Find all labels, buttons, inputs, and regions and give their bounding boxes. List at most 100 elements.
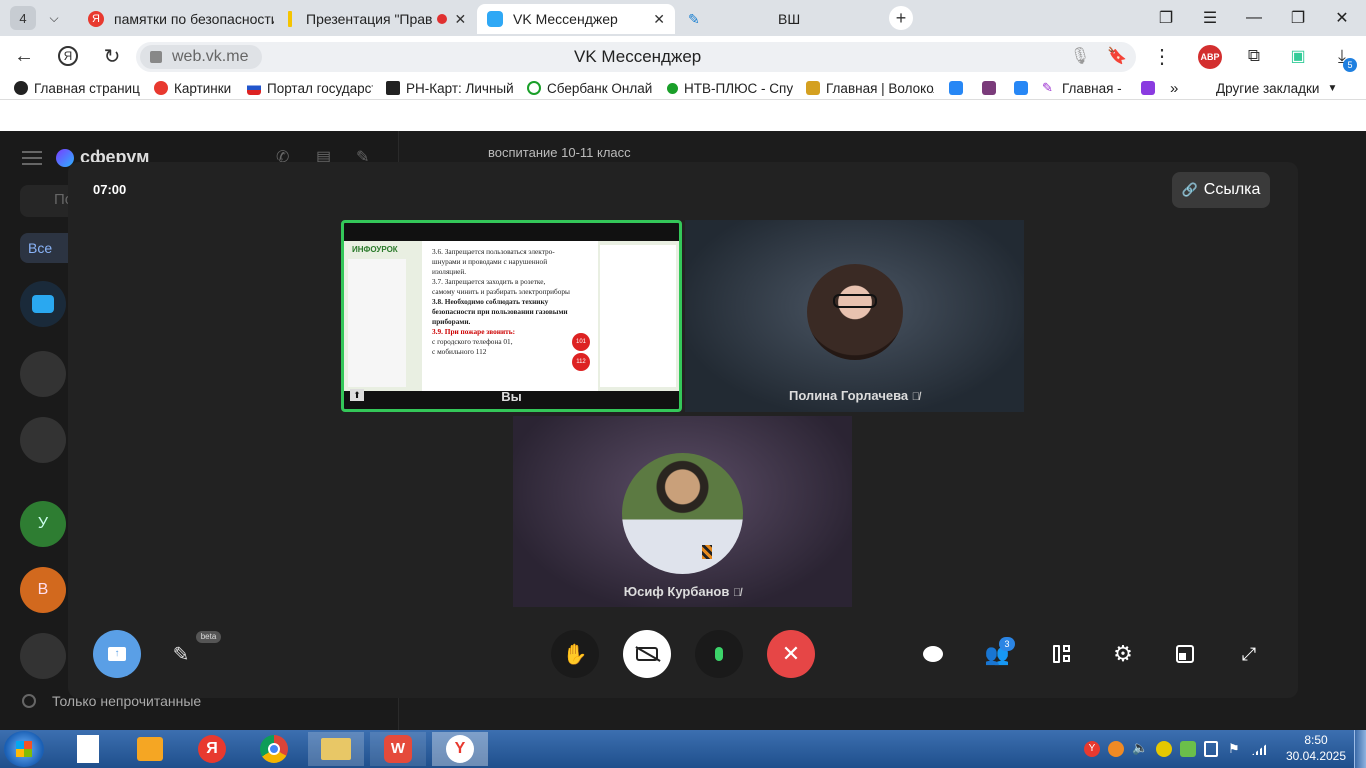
adblock-icon[interactable]: ABP <box>1198 45 1222 69</box>
tab-list-chevron-icon[interactable]: ⌵ <box>44 6 64 30</box>
slide-line: приборами. <box>432 317 471 326</box>
hang-up-button[interactable]: ✕ <box>767 630 815 678</box>
windows-logo-icon <box>16 741 32 757</box>
participant-avatar <box>622 453 743 574</box>
url-domain-chip[interactable]: web.vk.me <box>140 45 262 69</box>
chat-avatar[interactable] <box>20 417 66 463</box>
camera-off-icon <box>635 646 661 662</box>
menu-icon[interactable]: ☰ <box>1188 0 1232 36</box>
layout-button[interactable] <box>1041 634 1081 674</box>
yandex-logo-icon[interactable]: Я <box>56 44 80 68</box>
chat-avatar[interactable] <box>20 281 66 327</box>
participant-tile-polina[interactable]: Полина Горлачева 🎙̸ <box>685 220 1024 412</box>
hamburger-icon[interactable] <box>22 151 42 165</box>
recording-icon <box>436 14 447 24</box>
tray-icon[interactable] <box>1180 741 1196 757</box>
close-tab-icon[interactable]: ✕ <box>447 11 467 28</box>
slide: 3.6. Запрещается пользоваться электро- ш… <box>422 241 598 391</box>
sberbank-icon <box>527 81 541 95</box>
taskbar-file[interactable] <box>60 732 116 766</box>
participant-tile-yusif[interactable]: Юсиф Курбанов 🎙̸ <box>513 416 852 607</box>
bookmark-sberbank[interactable]: Сбербанк Онлайн <box>527 78 653 98</box>
slide-line: 3.6. Запрещается пользоваться электро- <box>432 247 555 256</box>
tab-label: памятки по безопасности <box>114 11 274 27</box>
clock[interactable]: 8:50 30.04.2025 <box>1282 732 1350 764</box>
taskbar-wps[interactable]: W <box>370 732 426 766</box>
reload-icon[interactable]: ↻ <box>100 44 124 68</box>
bookmark-archive[interactable] <box>982 78 1000 98</box>
bookmark-purple[interactable] <box>1141 78 1159 98</box>
clock-date: 30.04.2025 <box>1285 749 1347 763</box>
bookmark-home[interactable]: Главная страница <box>14 78 140 98</box>
ntv-icon <box>667 82 678 94</box>
bookmark-gosuslugi[interactable]: Портал государст <box>247 78 373 98</box>
presentation-icon <box>288 11 292 27</box>
tab-presentation[interactable]: Презентация "Прав ✕ <box>278 4 474 34</box>
bookmark-main-e[interactable]: ✎ Главная - Е <box>1042 78 1126 98</box>
bookmark-images[interactable]: Картинки <box>154 78 238 98</box>
tab-vk-messenger[interactable]: VK Мессенджер ✕ <box>477 4 675 34</box>
tray-flag-icon[interactable]: ⚑ <box>1228 741 1242 757</box>
taskbar-yandex-active[interactable]: Y <box>432 732 488 766</box>
slide-line: 3.8. Необходимо соблюдать технику <box>432 297 549 306</box>
shared-screen: ИНФОУРОК 3.6. Запрещается пользоваться э… <box>344 241 679 391</box>
taskbar-media[interactable] <box>122 732 178 766</box>
chat-avatar-v[interactable]: В <box>20 567 66 613</box>
grid-layout-icon <box>1052 645 1070 663</box>
collections-icon[interactable]: ❐ <box>1144 0 1188 36</box>
camera-off-button[interactable] <box>623 630 671 678</box>
minimize-call-button[interactable] <box>1165 634 1205 674</box>
tray-volume-icon[interactable]: 🔈 <box>1132 740 1148 756</box>
yandex-icon: Я <box>88 11 104 27</box>
back-icon[interactable]: ← <box>12 44 36 68</box>
chat-button[interactable] <box>913 634 953 674</box>
chat-avatar-u[interactable]: У <box>20 501 66 547</box>
participant-tile-self[interactable]: ИНФОУРОК 3.6. Запрещается пользоваться э… <box>341 220 682 412</box>
microphone-button[interactable] <box>695 630 743 678</box>
tab-vsh[interactable]: ✎ ВШ <box>678 4 874 34</box>
tray-icon[interactable] <box>1204 741 1218 757</box>
participant-avatar <box>807 264 903 360</box>
fullscreen-button[interactable]: ⤢ <box>1229 634 1269 674</box>
bookmark-vk-2[interactable] <box>1014 78 1032 98</box>
more-options-icon[interactable]: ⋮ <box>1150 44 1174 68</box>
microphone-icon[interactable]: 🎙 <box>1068 44 1092 68</box>
extension-puzzle-icon[interactable]: ⧉ <box>1242 44 1266 68</box>
bookmark-volokolamsk[interactable]: Главная | Волокол <box>806 78 934 98</box>
tab-safety-notes[interactable]: Я памятки по безопасности <box>78 4 274 34</box>
other-bookmarks[interactable]: Другие закладки ▼ <box>1216 78 1356 98</box>
tray-icon[interactable] <box>1108 741 1124 757</box>
chat-avatar[interactable] <box>20 633 66 679</box>
chat-avatar[interactable] <box>20 351 66 397</box>
new-tab-button[interactable]: + <box>889 6 913 30</box>
taskbar-chrome[interactable] <box>246 732 302 766</box>
extension-icon[interactable]: ▣ <box>1286 44 1310 68</box>
tray-yandex-icon[interactable]: Y <box>1084 741 1100 757</box>
close-tab-icon[interactable]: ✕ <box>645 11 665 28</box>
tab-label: ВШ <box>778 11 801 27</box>
bookmark-rn-kart[interactable]: РН-Карт: Личный <box>386 78 514 98</box>
maximize-button[interactable]: ❐ <box>1276 0 1320 36</box>
bookmarks-overflow-icon[interactable]: » <box>1170 78 1186 98</box>
bookmark-icon[interactable]: 🔖 <box>1105 44 1129 68</box>
picture-in-picture-icon <box>1176 645 1194 663</box>
chevron-down-icon: ▼ <box>1327 82 1338 94</box>
slide-brand: ИНФОУРОК <box>352 245 398 254</box>
copy-link-button[interactable]: 🔗 Ссылка <box>1172 172 1270 208</box>
bookmark-vk-1[interactable] <box>949 78 967 98</box>
taskbar-explorer[interactable] <box>308 732 364 766</box>
tray-icon[interactable] <box>1156 741 1172 757</box>
bookmark-ntv[interactable]: НТВ-ПЛЮС - Спут <box>667 78 793 98</box>
slide-line: самому чинить и разбирать электроприборы <box>432 287 570 296</box>
start-button[interactable] <box>4 731 44 767</box>
tab-count-button[interactable]: 4 <box>10 6 36 30</box>
minimize-button[interactable]: — <box>1232 0 1276 36</box>
taskbar-yandex[interactable]: Я <box>184 732 240 766</box>
screen-share-button[interactable]: ↑ <box>93 630 141 678</box>
slide-line: 3.9. При пожаре звонить: <box>432 327 516 336</box>
raise-hand-button[interactable]: ✋ <box>551 630 599 678</box>
close-window-button[interactable]: ✕ <box>1320 0 1364 36</box>
show-desktop-button[interactable] <box>1354 730 1366 768</box>
downloads-badge: 5 <box>1343 58 1357 72</box>
settings-button[interactable]: ⚙ <box>1103 634 1143 674</box>
